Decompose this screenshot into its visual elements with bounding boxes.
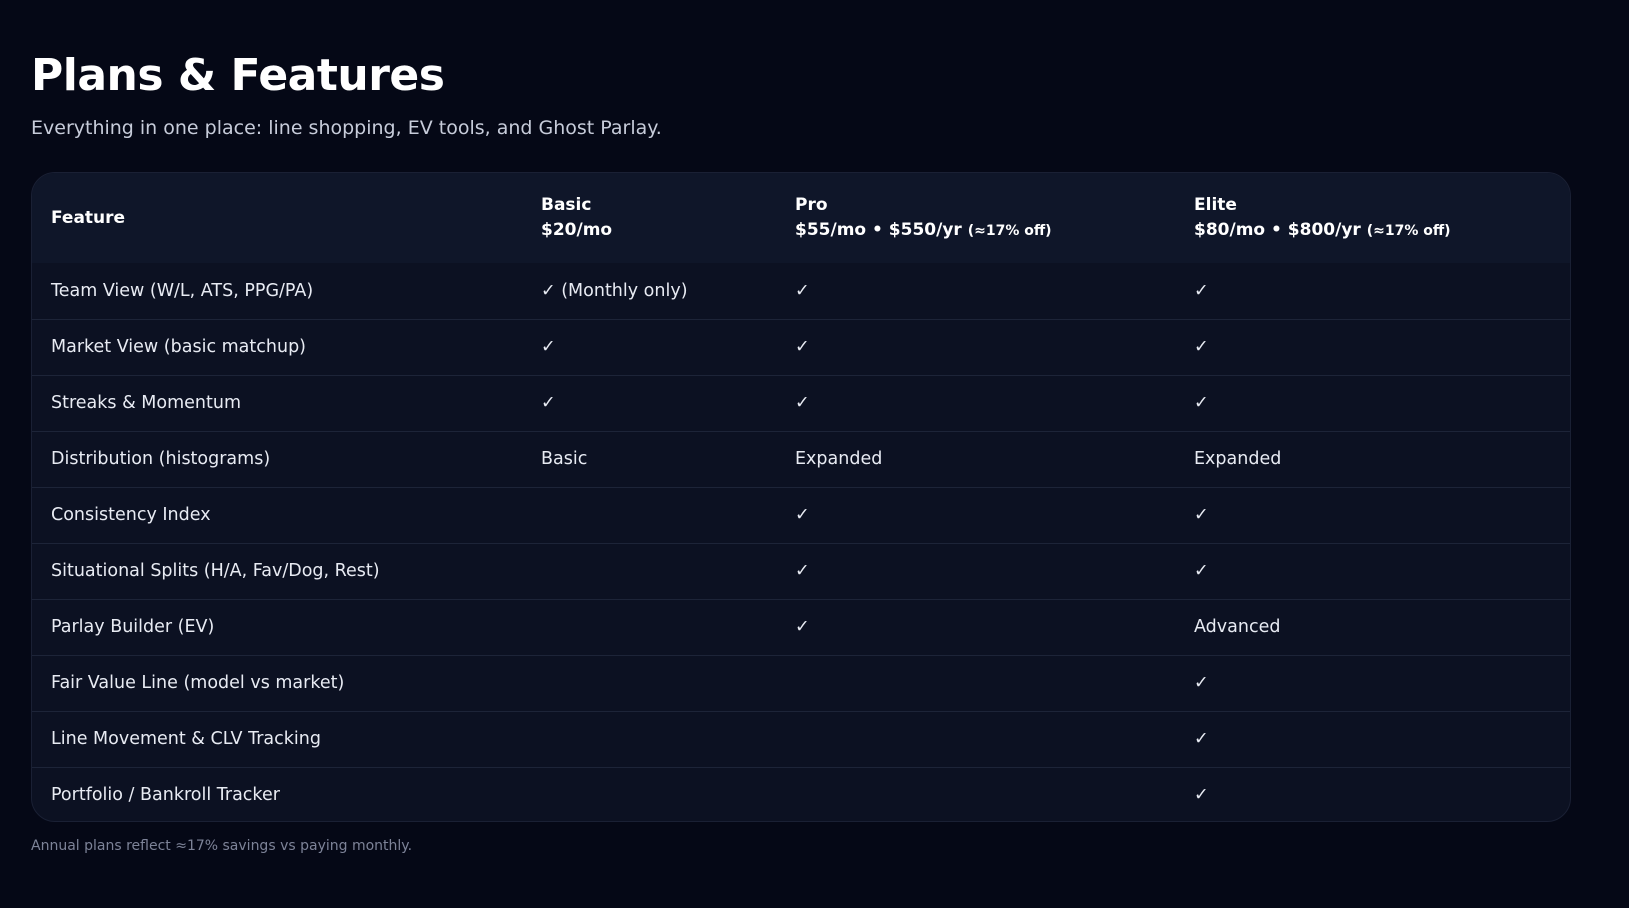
- footnote: Annual plans reflect ≈17% savings vs pay…: [31, 838, 413, 854]
- page-title: Plans & Features: [31, 50, 445, 101]
- pro-value: [795, 767, 1194, 821]
- elite-value: Advanced: [1194, 617, 1281, 637]
- pro-value: ✓: [795, 561, 810, 581]
- feature-name: Streaks & Momentum: [51, 393, 242, 413]
- feature-column-header: Feature: [51, 208, 126, 228]
- table-row: Situational Splits (H/A, Fav/Dog, Rest) …: [32, 543, 1570, 599]
- pro-value: ✓: [795, 280, 810, 301]
- pro-value: Expanded: [795, 449, 883, 469]
- table-body: Team View (W/L, ATS, PPG/PA) ✓ (Monthly …: [32, 263, 1570, 821]
- elite-value: ✓: [1194, 785, 1209, 806]
- plans-comparison-card: Feature Basic $20/mo Pro $55/mo • $550/y…: [31, 172, 1571, 822]
- basic-value: [541, 487, 795, 543]
- plan-header-basic: Basic $20/mo: [541, 173, 795, 263]
- table-row: Parlay Builder (EV) ✓ Advanced: [32, 599, 1570, 655]
- pro-value: [795, 711, 1194, 767]
- plan-name-basic: Basic: [541, 195, 592, 215]
- table-header-row: Feature Basic $20/mo Pro $55/mo • $550/y…: [32, 173, 1570, 263]
- feature-name: Fair Value Line (model vs market): [51, 673, 345, 693]
- basic-value: ✓: [541, 393, 556, 413]
- plan-price-basic: $20/mo: [541, 218, 795, 243]
- elite-value: ✓: [1194, 729, 1209, 749]
- plan-price-elite: $80/mo • $800/yr (≈17% off): [1194, 218, 1570, 244]
- page-subtitle: Everything in one place: line shopping, …: [31, 117, 662, 139]
- elite-value: ✓: [1194, 673, 1209, 693]
- plans-page: Plans & Features Everything in one place…: [0, 0, 1629, 908]
- feature-name: Situational Splits (H/A, Fav/Dog, Rest): [51, 561, 380, 581]
- elite-value: ✓: [1194, 393, 1209, 413]
- table-row: Team View (W/L, ATS, PPG/PA) ✓ (Monthly …: [32, 263, 1570, 319]
- plan-name-elite: Elite: [1194, 194, 1237, 215]
- table-header: Feature Basic $20/mo Pro $55/mo • $550/y…: [32, 173, 1570, 263]
- plan-name-pro: Pro: [795, 194, 828, 215]
- feature-name: Distribution (histograms): [51, 449, 271, 469]
- elite-value: ✓: [1194, 505, 1209, 525]
- elite-value: ✓: [1194, 337, 1209, 357]
- plan-price-pro-amount: $55/mo • $550/yr: [795, 219, 962, 240]
- table-row: Market View (basic matchup) ✓ ✓ ✓: [32, 319, 1570, 375]
- table-row: Streaks & Momentum ✓ ✓ ✓: [32, 375, 1570, 431]
- table-row: Distribution (histograms) Basic Expanded…: [32, 431, 1570, 487]
- feature-name: Portfolio / Bankroll Tracker: [51, 785, 280, 806]
- basic-value: [541, 711, 795, 767]
- basic-value: ✓: [541, 337, 556, 357]
- pro-value: ✓: [795, 617, 810, 637]
- plan-savings-elite: (≈17% off): [1366, 222, 1451, 239]
- feature-name: Parlay Builder (EV): [51, 617, 215, 637]
- pro-value: [795, 655, 1194, 711]
- plan-price-basic-amount: $20/mo: [541, 220, 613, 240]
- plan-price-pro: $55/mo • $550/yr (≈17% off): [795, 218, 1194, 244]
- pro-value: ✓: [795, 505, 810, 525]
- basic-value: [541, 767, 795, 821]
- basic-value: [541, 655, 795, 711]
- plans-comparison-table: Feature Basic $20/mo Pro $55/mo • $550/y…: [32, 173, 1570, 821]
- pro-value: ✓: [795, 393, 810, 413]
- basic-value: Basic: [541, 449, 588, 469]
- basic-value: ✓ (Monthly only): [541, 280, 688, 301]
- plan-header-pro: Pro $55/mo • $550/yr (≈17% off): [795, 173, 1194, 263]
- elite-value: ✓: [1194, 280, 1209, 301]
- plan-price-elite-amount: $80/mo • $800/yr: [1194, 219, 1361, 240]
- feature-name: Consistency Index: [51, 505, 211, 525]
- plan-header-elite: Elite $80/mo • $800/yr (≈17% off): [1194, 173, 1570, 263]
- feature-name: Team View (W/L, ATS, PPG/PA): [51, 280, 314, 301]
- elite-value: Expanded: [1194, 449, 1282, 469]
- elite-value: ✓: [1194, 561, 1209, 581]
- table-row: Portfolio / Bankroll Tracker ✓: [32, 767, 1570, 821]
- feature-name: Line Movement & CLV Tracking: [51, 729, 321, 749]
- pro-value: ✓: [795, 337, 810, 357]
- basic-value: [541, 599, 795, 655]
- basic-value: [541, 543, 795, 599]
- plan-savings-pro: (≈17% off): [967, 222, 1052, 239]
- table-row: Line Movement & CLV Tracking ✓: [32, 711, 1570, 767]
- table-row: Consistency Index ✓ ✓: [32, 487, 1570, 543]
- table-row: Fair Value Line (model vs market) ✓: [32, 655, 1570, 711]
- feature-name: Market View (basic matchup): [51, 337, 307, 357]
